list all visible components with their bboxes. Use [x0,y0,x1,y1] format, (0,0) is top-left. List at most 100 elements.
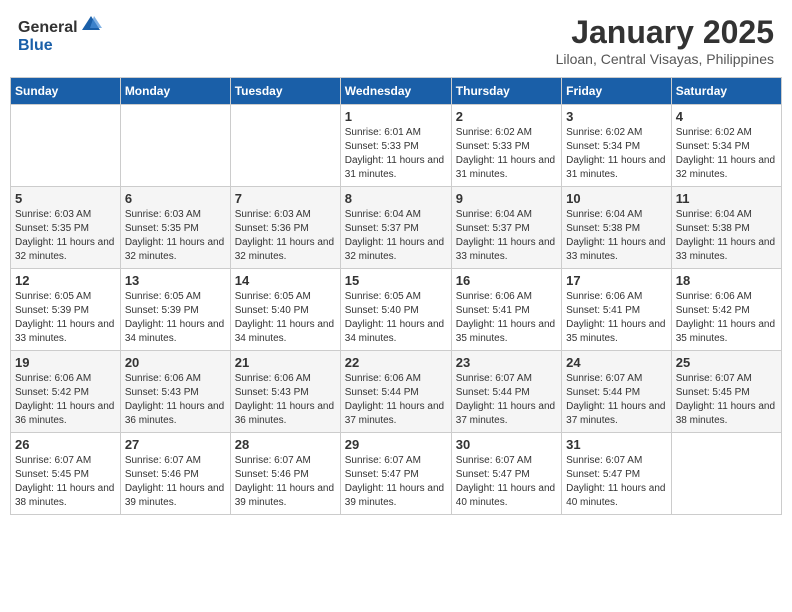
table-row: 11Sunrise: 6:04 AMSunset: 5:38 PMDayligh… [671,187,781,269]
day-info: Sunrise: 6:02 AMSunset: 5:34 PMDaylight:… [566,126,667,182]
day-info: Sunrise: 6:03 AMSunset: 5:35 PMDaylight:… [125,208,226,264]
day-number: 14 [235,273,336,288]
table-row: 3 Sunrise: 6:02 AMSunset: 5:34 PMDaylight… [562,105,672,187]
day-info: Sunrise: 6:02 AMSunset: 5:33 PMDaylight:… [456,126,557,182]
calendar-table: Sunday Monday Tuesday Wednesday Thursday… [10,77,782,515]
day-info: Sunrise: 6:05 AMSunset: 5:39 PMDaylight:… [125,290,226,346]
table-row: 16Sunrise: 6:06 AMSunset: 5:41 PMDayligh… [451,269,561,351]
table-row: 10 Sunrise: 6:04 AMSunset: 5:38 PMDayligh… [562,187,672,269]
day-info: Sunrise: 6:07 AMSunset: 5:47 PMDaylight:… [345,454,447,510]
day-number: 26 [15,437,116,452]
day-number: 6 [125,191,226,206]
day-info: Sunrise: 6:05 AMSunset: 5:40 PMDaylight:… [345,290,447,346]
table-row: 19 Sunrise: 6:06 AMSunset: 5:42 PMDayligh… [11,351,121,433]
header-thursday: Thursday [451,78,561,105]
header-wednesday: Wednesday [340,78,451,105]
day-info: Sunrise: 6:07 AMSunset: 5:45 PMDaylight:… [676,372,777,428]
day-number: 31 [566,437,667,452]
day-number: 21 [235,355,336,370]
day-number: 7 [235,191,336,206]
day-info: Sunrise: 6:05 AMSunset: 5:39 PMDaylight:… [15,290,116,346]
logo-icon [80,14,102,32]
logo-text: General Blue [18,14,102,55]
day-number: 25 [676,355,777,370]
day-number: 20 [125,355,226,370]
day-number: 10 [566,191,667,206]
table-row [671,433,781,515]
calendar-week-row: 1 Sunrise: 6:01 AMSunset: 5:33 PMDaylight… [11,105,782,187]
header-sunday: Sunday [11,78,121,105]
header-friday: Friday [562,78,672,105]
day-info: Sunrise: 6:07 AMSunset: 5:46 PMDaylight:… [235,454,336,510]
day-number: 28 [235,437,336,452]
table-row: 23 Sunrise: 6:07 AMSunset: 5:44 PMDayligh… [451,351,561,433]
table-row: 31Sunrise: 6:07 AMSunset: 5:47 PMDayligh… [562,433,672,515]
day-number: 13 [125,273,226,288]
table-row: 17Sunrise: 6:06 AMSunset: 5:41 PMDayligh… [562,269,672,351]
day-info: Sunrise: 6:01 AMSunset: 5:33 PMDaylight:… [345,126,447,182]
day-info: Sunrise: 6:02 AMSunset: 5:34 PMDaylight:… [676,126,777,182]
day-number: 23 [456,355,557,370]
day-number: 2 [456,109,557,124]
day-number: 29 [345,437,447,452]
table-row: 5 Sunrise: 6:03 AMSunset: 5:35 PMDaylight… [11,187,121,269]
calendar-week-row: 26 Sunrise: 6:07 AMSunset: 5:45 PMDayligh… [11,433,782,515]
day-info: Sunrise: 6:04 AMSunset: 5:37 PMDaylight:… [456,208,557,264]
day-info: Sunrise: 6:07 AMSunset: 5:45 PMDaylight:… [15,454,116,510]
table-row [120,105,230,187]
table-row: 21Sunrise: 6:06 AMSunset: 5:43 PMDayligh… [230,351,340,433]
table-row: 27Sunrise: 6:07 AMSunset: 5:46 PMDayligh… [120,433,230,515]
table-row: 29 Sunrise: 6:07 AMSunset: 5:47 PMDayligh… [340,433,451,515]
day-number: 11 [676,191,777,206]
header: General Blue January 2025 Liloan, Centra… [10,10,782,71]
day-number: 24 [566,355,667,370]
table-row [11,105,121,187]
table-row: 9 Sunrise: 6:04 AMSunset: 5:37 PMDaylight… [451,187,561,269]
table-row: 30Sunrise: 6:07 AMSunset: 5:47 PMDayligh… [451,433,561,515]
table-row: 1 Sunrise: 6:01 AMSunset: 5:33 PMDaylight… [340,105,451,187]
logo-blue: Blue [18,37,53,54]
day-number: 12 [15,273,116,288]
day-info: Sunrise: 6:04 AMSunset: 5:38 PMDaylight:… [566,208,667,264]
day-number: 1 [345,109,447,124]
day-info: Sunrise: 6:07 AMSunset: 5:46 PMDaylight:… [125,454,226,510]
table-row: 22Sunrise: 6:06 AMSunset: 5:44 PMDayligh… [340,351,451,433]
day-info: Sunrise: 6:07 AMSunset: 5:47 PMDaylight:… [456,454,557,510]
header-tuesday: Tuesday [230,78,340,105]
logo-general: General [18,19,78,36]
day-info: Sunrise: 6:07 AMSunset: 5:44 PMDaylight:… [456,372,557,428]
table-row: 28 Sunrise: 6:07 AMSunset: 5:46 PMDayligh… [230,433,340,515]
table-row: 24Sunrise: 6:07 AMSunset: 5:44 PMDayligh… [562,351,672,433]
day-info: Sunrise: 6:05 AMSunset: 5:40 PMDaylight:… [235,290,336,346]
title-area: January 2025 Liloan, Central Visayas, Ph… [556,14,774,67]
table-row: 13 Sunrise: 6:05 AMSunset: 5:39 PMDayligh… [120,269,230,351]
day-info: Sunrise: 6:03 AMSunset: 5:35 PMDaylight:… [15,208,116,264]
header-saturday: Saturday [671,78,781,105]
table-row: 2 Sunrise: 6:02 AMSunset: 5:33 PMDaylight… [451,105,561,187]
day-number: 15 [345,273,447,288]
table-row [230,105,340,187]
table-row: 12 Sunrise: 6:05 AMSunset: 5:39 PMDayligh… [11,269,121,351]
table-row: 18 Sunrise: 6:06 AMSunset: 5:42 PMDayligh… [671,269,781,351]
weekday-header-row: Sunday Monday Tuesday Wednesday Thursday… [11,78,782,105]
table-row: 26 Sunrise: 6:07 AMSunset: 5:45 PMDayligh… [11,433,121,515]
day-number: 8 [345,191,447,206]
day-number: 16 [456,273,557,288]
day-number: 4 [676,109,777,124]
day-info: Sunrise: 6:06 AMSunset: 5:42 PMDaylight:… [15,372,116,428]
day-info: Sunrise: 6:06 AMSunset: 5:44 PMDaylight:… [345,372,447,428]
location-subtitle: Liloan, Central Visayas, Philippines [556,51,774,67]
day-number: 3 [566,109,667,124]
logo: General Blue [18,14,102,55]
day-number: 19 [15,355,116,370]
table-row: 25 Sunrise: 6:07 AMSunset: 5:45 PMDayligh… [671,351,781,433]
day-number: 9 [456,191,557,206]
day-number: 5 [15,191,116,206]
table-row: 7Sunrise: 6:03 AMSunset: 5:36 PMDaylight… [230,187,340,269]
calendar-week-row: 19 Sunrise: 6:06 AMSunset: 5:42 PMDayligh… [11,351,782,433]
table-row: 15 Sunrise: 6:05 AMSunset: 5:40 PMDayligh… [340,269,451,351]
table-row: 14 Sunrise: 6:05 AMSunset: 5:40 PMDayligh… [230,269,340,351]
day-info: Sunrise: 6:06 AMSunset: 5:42 PMDaylight:… [676,290,777,346]
day-info: Sunrise: 6:06 AMSunset: 5:41 PMDaylight:… [566,290,667,346]
day-number: 18 [676,273,777,288]
